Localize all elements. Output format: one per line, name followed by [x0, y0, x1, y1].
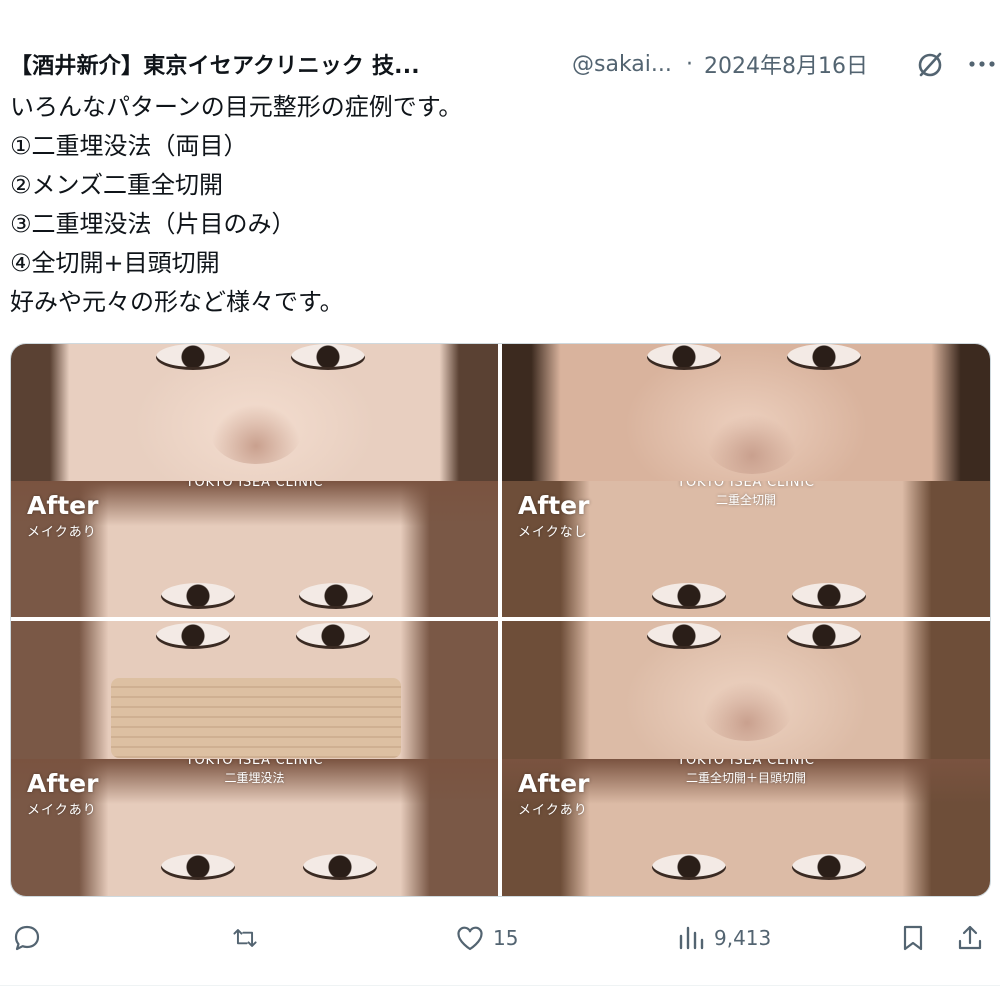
- tweet-date[interactable]: 2024年8月16日: [704, 48, 868, 80]
- like-count: 15: [493, 926, 519, 950]
- before-photo: [502, 344, 990, 481]
- tweet-line: ③二重埋没法（片目のみ）: [10, 210, 296, 238]
- tweet-header: 【酒井新介】東京イセアクリニック 技... @sakai... · 2024年8…: [10, 44, 995, 84]
- procedure-label: 二重全切開: [715, 492, 776, 507]
- before-photo: [11, 344, 498, 481]
- tweet-line: 好みや元々の形など様々です。: [10, 288, 344, 316]
- after-photo: After メイクなし TOKYO ISEA CLINIC 二重全切開: [502, 480, 990, 617]
- bookmark-icon: [903, 925, 923, 951]
- clinic-watermark: TOKYO ISEA CLINIC: [185, 758, 324, 768]
- after-sub-label: メイクあり: [518, 802, 588, 818]
- share-icon: [958, 925, 982, 950]
- separator-dot: ·: [686, 51, 693, 77]
- media-photo-4[interactable]: After メイクあり TOKYO ISEA CLINIC 二重全切開＋目頭切開: [502, 621, 990, 896]
- media-photo-2[interactable]: After メイクなし TOKYO ISEA CLINIC 二重全切開: [502, 344, 990, 617]
- face-mask: [111, 678, 401, 758]
- more-icon[interactable]: [965, 48, 999, 80]
- clinic-watermark: TOKYO ISEA CLINIC: [185, 480, 324, 490]
- views-icon: [679, 926, 704, 950]
- divider: [0, 985, 1000, 986]
- like-button[interactable]: 15: [455, 916, 518, 960]
- procedure-label: 二重埋没法: [224, 770, 285, 785]
- clinic-watermark: TOKYO ISEA CLINIC: [677, 480, 815, 490]
- author-handle[interactable]: @sakai...: [572, 52, 672, 77]
- after-sub-label: メイクなし: [518, 524, 588, 540]
- reply-button[interactable]: [12, 916, 50, 960]
- media-photo-1[interactable]: After メイクあり TOKYO ISEA CLINIC: [11, 344, 498, 617]
- tweet-text: いろんなパターンの目元整形の症例です。 ①二重埋没法（両目） ②メンズ二重全切開…: [10, 88, 980, 322]
- tweet-actions: 15 9,413: [0, 916, 1000, 960]
- bookmark-button[interactable]: [898, 916, 928, 960]
- heart-icon: [457, 926, 483, 951]
- media-photo-3[interactable]: After メイクあり TOKYO ISEA CLINIC 二重埋没法: [11, 621, 498, 896]
- views-button[interactable]: 9,413: [676, 916, 771, 960]
- retweet-icon: [233, 929, 257, 947]
- media-grid: After メイクあり TOKYO ISEA CLINIC After メイクな…: [10, 343, 991, 897]
- clinic-watermark: TOKYO ISEA CLINIC: [677, 758, 815, 768]
- procedure-label: 二重全切開＋目頭切開: [685, 770, 806, 785]
- after-photo: After メイクあり TOKYO ISEA CLINIC 二重全切開＋目頭切開: [502, 758, 990, 896]
- tweet-line: いろんなパターンの目元整形の症例です。: [10, 93, 463, 121]
- tweet-line: ①二重埋没法（両目）: [10, 132, 248, 160]
- tweet-line: ②メンズ二重全切開: [10, 171, 224, 199]
- before-photo: [11, 621, 498, 759]
- reply-icon: [14, 925, 40, 951]
- after-photo: After メイクあり TOKYO ISEA CLINIC: [11, 480, 498, 617]
- after-sub-label: メイクあり: [27, 802, 97, 818]
- after-label: After: [27, 490, 99, 520]
- tweet-line: ④全切開+目頭切開: [10, 249, 220, 277]
- views-count: 9,413: [714, 926, 772, 950]
- after-photo: After メイクあり TOKYO ISEA CLINIC 二重埋没法: [11, 758, 498, 896]
- retweet-button[interactable]: [230, 916, 268, 960]
- before-photo: [502, 621, 990, 759]
- author-name[interactable]: 【酒井新介】東京イセアクリニック 技...: [10, 48, 420, 80]
- share-button[interactable]: [955, 916, 985, 960]
- grok-icon[interactable]: [914, 48, 946, 80]
- after-sub-label: メイクあり: [27, 524, 97, 540]
